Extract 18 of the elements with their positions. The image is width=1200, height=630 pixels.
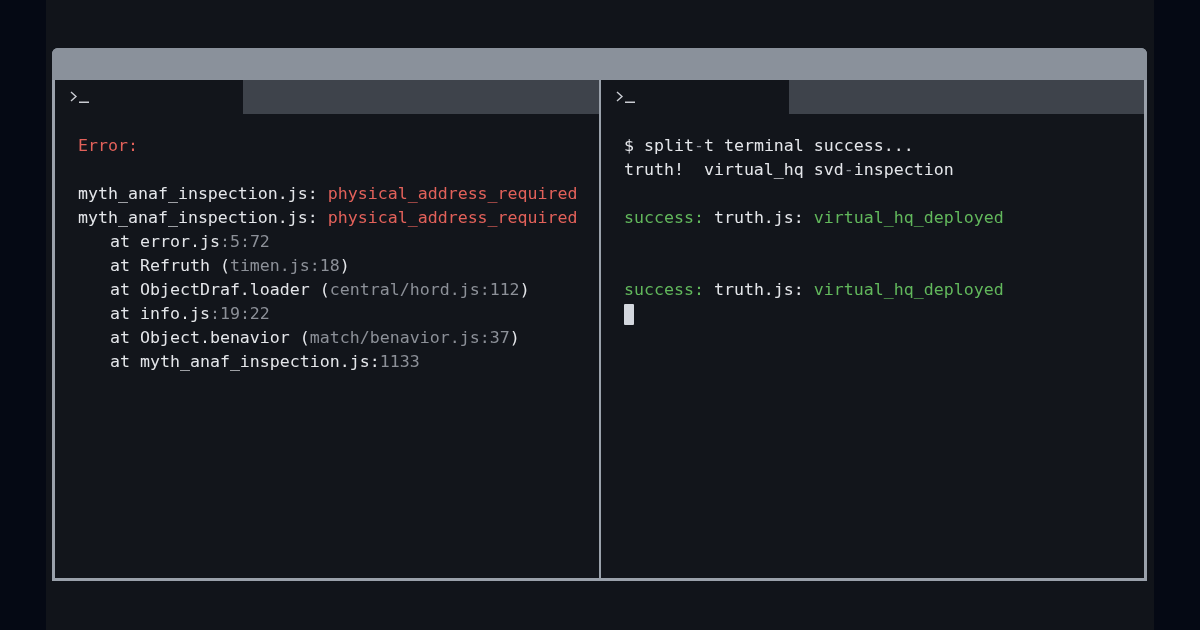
stack-frame-line: at ObjectDraf.loader (central/hord.js:112): [110, 279, 530, 301]
cursor-icon: [624, 303, 634, 325]
output-line: myth_anaf_inspection.js: physical_address_required: [78, 207, 578, 229]
output-line: truth! virtual_hq svd-inspection: [624, 159, 954, 181]
output-line: myth_anaf_inspection.js: physical_address_required: [78, 183, 578, 205]
stack-frame-line: at error.js:5:72: [110, 231, 270, 253]
terminal-prompt-icon: [70, 91, 90, 103]
terminal-tab[interactable]: [601, 80, 789, 114]
terminal-prompt-icon: [616, 91, 636, 103]
terminal-tab[interactable]: [55, 80, 243, 114]
stack-frame-line: at info.js:19:22: [110, 303, 270, 325]
command-line: $ split-t terminal success...: [624, 135, 914, 157]
stack-frame-line: at myth_anaf_inspection.js:1133: [110, 351, 420, 373]
output-line: Error:: [78, 135, 138, 157]
output-line: success: truth.js: virtual_hq_deployed: [624, 279, 1004, 301]
stack-frame-line: at Object.benavior (match/benavior.js:37): [110, 327, 520, 349]
stack-frame-line: at Refruth (timen.js:18): [110, 255, 350, 277]
output-line: success: truth.js: virtual_hq_deployed: [624, 207, 1004, 229]
